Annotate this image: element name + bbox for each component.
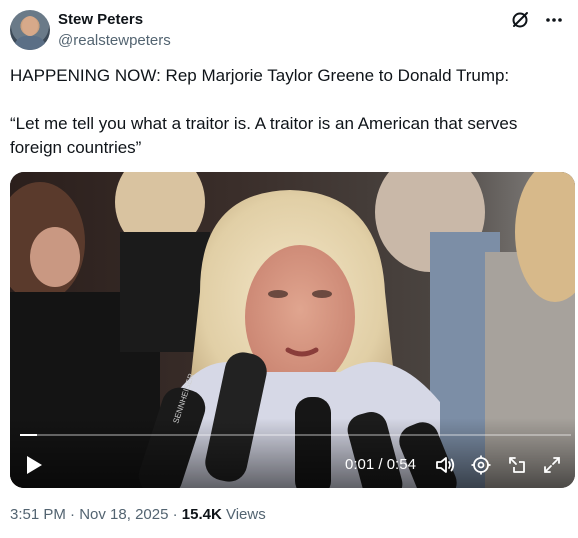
pip-icon[interactable] xyxy=(506,454,528,476)
video-time: 0:01 / 0:54 xyxy=(345,456,416,474)
avatar-face xyxy=(22,16,38,36)
video-controls-shade xyxy=(10,418,575,488)
tweet-meta: 3:51 PM · Nov 18, 2025 · 15.4K Views xyxy=(10,505,266,525)
views-count: 15.4K xyxy=(181,506,222,523)
tweet-text: HAPPENING NOW: Rep Marjorie Taylor Green… xyxy=(10,64,566,160)
author-handle[interactable]: @realstewpeters xyxy=(58,31,171,51)
video-current-time: 0:01 xyxy=(345,456,375,473)
settings-icon[interactable] xyxy=(470,454,492,476)
fullscreen-icon[interactable] xyxy=(541,454,563,476)
meta-separator: · xyxy=(65,506,80,523)
avatar[interactable] xyxy=(10,10,50,50)
volume-icon[interactable] xyxy=(434,454,456,476)
avatar-shirt xyxy=(14,36,46,50)
grok-icon[interactable] xyxy=(508,8,532,32)
tweet-time[interactable]: 3:51 PM xyxy=(10,506,66,523)
views-label: Views xyxy=(221,506,266,523)
video-player[interactable]: SENNHEISER 0:01 / 0:54 xyxy=(10,172,575,488)
play-icon[interactable] xyxy=(24,454,44,476)
author-name[interactable]: Stew Peters xyxy=(58,10,143,30)
more-icon[interactable] xyxy=(542,8,566,32)
tweet-text-line1: HAPPENING NOW: Rep Marjorie Taylor Green… xyxy=(10,66,510,85)
header-actions xyxy=(508,8,566,32)
tweet-date[interactable]: Nov 18, 2025 xyxy=(79,506,168,523)
video-time-separator: / xyxy=(374,456,387,473)
video-duration: 0:54 xyxy=(386,456,416,473)
video-progress-fill xyxy=(20,434,37,436)
meta-separator: · xyxy=(168,506,182,523)
tweet-text-quote: “Let me tell you what a traitor is. A tr… xyxy=(10,114,518,157)
video-progress-bar[interactable] xyxy=(20,434,571,436)
